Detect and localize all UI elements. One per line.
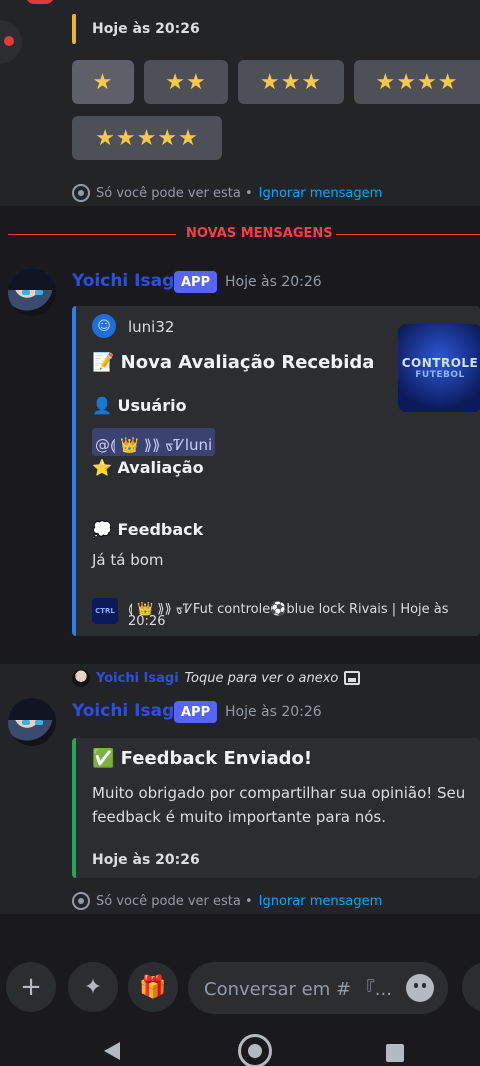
reply-text: Toque para ver o anexo	[184, 670, 339, 686]
app-badge: APP	[174, 271, 218, 293]
feedback-sent-embed: ✅ Feedback Enviado! Muito obrigado por c…	[72, 738, 480, 878]
message-time: Hoje às 20:26	[225, 704, 322, 720]
message-username[interactable]: Yoichi Isagi	[72, 271, 180, 291]
eye-icon	[72, 892, 90, 910]
message-input-placeholder: Conversar em # 『...	[204, 979, 392, 1000]
android-navigation-bar	[0, 1030, 480, 1066]
embed-accent-bar	[72, 738, 76, 878]
app-badge: APP	[174, 701, 218, 723]
rating-2-button[interactable]: ★★	[144, 60, 228, 104]
notification-pill	[26, 0, 54, 4]
embed-footer: Hoje às 20:26	[92, 852, 200, 868]
dismiss-message-link[interactable]: Ignorar mensagem	[259, 894, 383, 909]
field-feedback-name: 💭 Feedback	[92, 520, 204, 539]
embed-footer-line1: ⟬ 👑 ⟫⟫ ᢐᏤFut controle⚽blue lock Rivais |…	[128, 602, 449, 617]
home-icon[interactable]	[238, 1034, 272, 1066]
thumbnail-subtitle: FUTEBOL	[415, 370, 465, 380]
message-input[interactable]: Conversar em # 『...	[188, 962, 448, 1014]
ephemeral-feedback-message: Yoichi Isagi Toque para ver o anexo Yoic…	[0, 664, 480, 914]
author-avatar-icon: ☺	[92, 314, 116, 338]
avatar[interactable]	[8, 268, 56, 316]
thumbnail-title: CONTROLE	[401, 356, 479, 370]
embed-title: ✅ Feedback Enviado!	[92, 748, 313, 769]
message-composer: + ✦ 🎁 Conversar em # 『...	[0, 952, 480, 1022]
field-rating-name: ⭐ Avaliação	[92, 458, 204, 477]
embed-accent-bar	[72, 14, 76, 44]
message-time: Hoje às 20:26	[225, 274, 322, 290]
ephemeral-rating-message: Hoje às 20:26 ★ ★★ ★★★ ★★★★ ★★★★★ Só voc…	[0, 0, 480, 206]
embed-description-line1: Muito obrigado por compartilhar sua opin…	[92, 784, 466, 802]
embed-accent-bar	[72, 306, 76, 636]
plus-icon[interactable]: +	[6, 962, 56, 1012]
rating-4-button[interactable]: ★★★★	[354, 60, 480, 104]
user-mention[interactable]: @⟬ 👑 ⟫⟫ ᢐᏤluni	[92, 428, 216, 456]
review-embed: ☺ luni32 📝 Nova Avaliação Recebida CONTR…	[72, 306, 480, 636]
embed-footer-line2: 20:26	[128, 614, 166, 629]
embed-description-line2: feedback é muito importante para nós.	[92, 808, 386, 826]
ephemeral-note: Só você pode ver esta • Ignorar mensagem	[72, 184, 382, 202]
dismiss-message-link[interactable]: Ignorar mensagem	[259, 186, 383, 201]
apps-icon[interactable]: ✦	[68, 962, 118, 1012]
embed-title: 📝 Nova Avaliação Recebida	[92, 352, 375, 373]
embed-timestamp: Hoje às 20:26	[92, 21, 200, 37]
image-icon	[344, 671, 361, 685]
ephemeral-note: Só você pode ver esta • Ignorar mensagem	[72, 892, 382, 910]
field-user-name: 👤 Usuário	[92, 396, 187, 415]
avatar[interactable]	[8, 698, 56, 746]
ephemeral-note-text: Só você pode ver esta •	[96, 185, 253, 201]
new-messages-label: NOVAS MENSAGENS	[186, 226, 333, 241]
reply-reference[interactable]: Yoichi Isagi Toque para ver o anexo	[72, 669, 361, 687]
field-feedback-value: Já tá bom	[92, 551, 164, 569]
footer-icon: CTRL	[92, 598, 118, 624]
reply-username: Yoichi Isagi	[96, 670, 179, 686]
embed-author: luni32	[128, 318, 175, 336]
rating-5-button[interactable]: ★★★★★	[72, 116, 222, 160]
discord-chat-screen: Hoje às 20:26 ★ ★★ ★★★ ★★★★ ★★★★★ Só voc…	[0, 0, 480, 1066]
gift-icon[interactable]: 🎁	[128, 962, 178, 1012]
eye-icon	[72, 184, 90, 202]
back-icon[interactable]	[104, 1042, 120, 1060]
embed-thumbnail[interactable]: CONTROLE FUTEBOL	[398, 324, 480, 412]
message-username[interactable]: Yoichi Isagi	[72, 701, 180, 721]
emoji-icon[interactable]	[406, 974, 434, 1002]
reply-avatar	[72, 669, 90, 687]
recent-apps-icon[interactable]	[386, 1044, 404, 1062]
server-icon[interactable]	[0, 20, 22, 64]
rating-3-button[interactable]: ★★★	[238, 60, 344, 104]
microphone-icon[interactable]	[462, 962, 480, 1012]
new-messages-divider: NOVAS MENSAGENS	[0, 226, 480, 241]
ephemeral-note-text: Só você pode ver esta •	[96, 893, 253, 909]
rating-1-button[interactable]: ★	[72, 60, 134, 104]
